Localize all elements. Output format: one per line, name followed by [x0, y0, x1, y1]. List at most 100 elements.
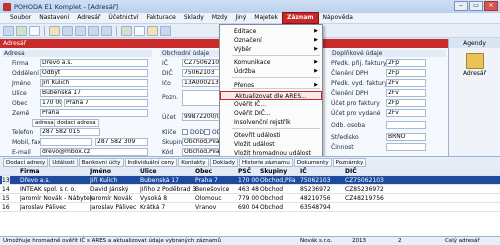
submenu-arrow-icon: ▶ [314, 68, 318, 74]
odb-checkbox[interactable] [204, 129, 210, 135]
agenda-label[interactable]: Adresář [449, 70, 500, 77]
close-button[interactable]: ✕ [484, 1, 498, 11]
status-filter: Celý adresář [445, 238, 480, 244]
menu-item[interactable]: Mzdy [208, 13, 232, 23]
ulice-field[interactable]: Bubenská 17 [40, 89, 148, 97]
table-row[interactable]: 13 Dřevo a.s. Jiří Kulich Bubenská 17 Praha … [0, 176, 500, 185]
menu-item[interactable]: Jiný [232, 13, 251, 23]
save-icon[interactable] [16, 25, 27, 36]
detail-tab[interactable]: Kontakty [178, 157, 209, 167]
calendar-icon[interactable] [160, 25, 171, 36]
menu-item[interactable]: Nápověda [319, 13, 357, 23]
menu-item[interactable]: Soubor [6, 13, 35, 23]
menu-item[interactable]: Adresář [73, 13, 104, 23]
zaznam-menu-item[interactable]: Přenos ▶ [220, 81, 322, 90]
oddeleni-field[interactable]: Odbyt [40, 69, 148, 77]
dod-checkbox[interactable] [182, 129, 188, 135]
zaznam-menu-item[interactable]: Aktualizovat dle ARES... [220, 91, 322, 100]
jmeno-field[interactable]: Jiří Kulich [40, 79, 148, 87]
status-bar: Umožňuje hromadně ověřit IČ s ARES a akt… [0, 236, 500, 245]
detail-tab[interactable]: Dokumenty [293, 157, 332, 167]
zaznam-menu-item[interactable]: Insolvenční rejstřík [220, 118, 322, 127]
odb-osoba-label: Odb. osoba [331, 122, 366, 129]
zaznam-menu-item[interactable]: Označení ▶ [220, 36, 322, 45]
email-icon[interactable] [147, 25, 158, 36]
table-cell: Bubenská 17 [140, 177, 179, 184]
detail-tab[interactable]: Historie záznamu [239, 157, 293, 167]
print-icon[interactable] [49, 25, 60, 36]
predk-fakt-field[interactable]: 2Fp [386, 59, 426, 67]
menu-item-label: Vložit událost [234, 141, 275, 148]
detail-tab[interactable]: Doklady [209, 157, 238, 167]
detail-tabs: Dodací adresy Události Bankovní účty Indivi… [0, 156, 500, 167]
tab-dodaci-adresa[interactable]: dodací adresa [54, 119, 99, 127]
email-field[interactable]: drevo@mbox.cz [40, 148, 148, 156]
email-label: E-mail [12, 149, 31, 156]
maximize-button[interactable]: ▭ [469, 1, 483, 11]
menu-item[interactable]: Záznam [282, 12, 319, 24]
obec-field[interactable]: Praha 7 [64, 99, 148, 107]
last-record-icon[interactable] [101, 25, 112, 36]
table-cell: Skupiny [260, 168, 288, 175]
ucet-vydane-field[interactable]: 2Fv [386, 109, 426, 117]
address-book-icon[interactable] [465, 53, 484, 69]
search-icon[interactable] [134, 25, 145, 36]
predk-vyd-field[interactable]: 2Fv [386, 79, 426, 87]
menu-item[interactable]: Nastavení [35, 13, 73, 23]
table-cell: Dřevo a.s. [20, 177, 51, 184]
table-cell: CZ75062103 [345, 177, 384, 184]
cleneni-dph2-field[interactable]: 2Fv [386, 89, 426, 97]
submenu-arrow-icon: ▶ [314, 46, 318, 52]
filter-icon[interactable] [121, 25, 132, 36]
detail-tab[interactable]: Dodací adresy [3, 157, 49, 167]
delete-icon[interactable] [29, 25, 40, 36]
predk-vyd-label: Předk. vyd. faktury [331, 80, 388, 87]
firma-field[interactable]: Dřevo a.s. [40, 59, 148, 67]
table-row[interactable]: 15 Jaromír Novák - Nábytek Jaromír Novák Vy… [0, 194, 500, 203]
zaznam-menu-item[interactable]: Údržba ▶ [220, 67, 322, 76]
zaznam-menu-item[interactable]: Ověřit IČ... [220, 100, 322, 109]
next-record-icon[interactable] [88, 25, 99, 36]
fax-field[interactable]: 287 582 309 [95, 138, 148, 146]
minimize-button[interactable]: ‒ [454, 1, 468, 11]
table-row[interactable]: 16 Jaroslav Pálivec Jaroslav Pálivec Krátká… [0, 203, 500, 212]
mobil-field[interactable] [40, 138, 92, 146]
table-row[interactable]: 14 INTEAK spol. s r. o. David Jánský Jiřího… [0, 185, 500, 194]
zaznam-menu-item[interactable]: Otevřít události [220, 131, 322, 140]
detail-tab[interactable]: Poznámky [332, 157, 367, 167]
detail-tab[interactable]: Události [49, 157, 78, 167]
zaznam-menu-item[interactable]: Vložit událost [220, 140, 322, 149]
zeme-field[interactable]: Praha [40, 109, 148, 117]
cinnost-field[interactable] [386, 143, 426, 151]
ucet-faktury-field[interactable]: 2Fp [386, 99, 426, 107]
menu-item[interactable]: Fakturace [142, 13, 179, 23]
table-cell: CZ85236972 [345, 186, 384, 193]
menu-item[interactable]: Sklady [180, 13, 208, 23]
menu-item-label: Údržba [234, 68, 256, 75]
stredisko-field[interactable]: BRNO [386, 133, 426, 141]
dic-label: DIČ [162, 70, 173, 77]
detail-tab[interactable]: Individuální ceny [124, 157, 178, 167]
tab-adresa[interactable]: adresa [32, 119, 57, 127]
menu-item-label: Otevřít události [234, 132, 281, 139]
zaznam-menu-item[interactable]: Výběr ▶ [220, 45, 322, 54]
psc-field[interactable]: 170 00 [40, 99, 62, 107]
first-record-icon[interactable] [62, 25, 73, 36]
menu-item[interactable]: Majetek [250, 13, 282, 23]
telefon-field[interactable]: 287 582 015 [40, 128, 100, 136]
odb-osoba-field[interactable] [386, 121, 426, 129]
zaznam-menu-item[interactable]: Komunikace ▶ [220, 58, 322, 67]
menu-item-label: Ověřit DIČ... [234, 110, 271, 117]
table-cell: INTEAK spol. s r. o. [20, 186, 76, 193]
table-cell: Obec [195, 168, 213, 175]
zaznam-menu-item[interactable]: Editace ▶ [220, 27, 322, 36]
table-cell: 170 00 [238, 177, 259, 184]
detail-tab[interactable]: Bankovní účty [78, 157, 124, 167]
zaznam-menu-item[interactable]: Ověřit DIČ... [220, 109, 322, 118]
new-icon[interactable] [3, 25, 14, 36]
prev-record-icon[interactable] [75, 25, 86, 36]
menu-item[interactable]: Účetnictví [104, 13, 142, 23]
table-header[interactable]: Firma Jméno Ulice Obec PSČ Skupiny IČ DIČ [0, 167, 500, 176]
cleneni-dph-field[interactable]: 2Fp [386, 69, 426, 77]
menu-item-label: Editace [234, 28, 257, 35]
